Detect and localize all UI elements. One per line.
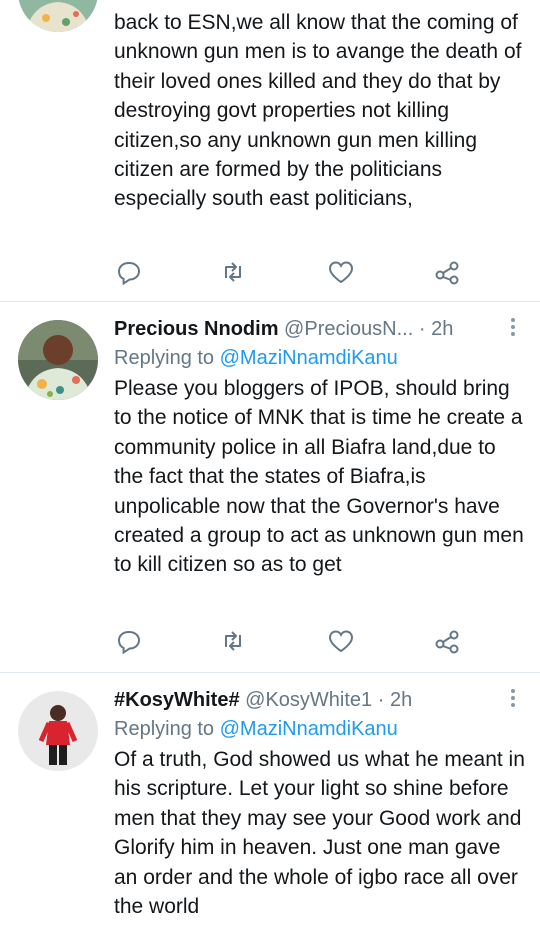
user-handle[interactable]: @PreciousN...: [284, 318, 413, 340]
more-icon[interactable]: [510, 687, 516, 709]
display-name[interactable]: Precious Nnodim: [114, 318, 278, 340]
like-icon[interactable]: [326, 257, 356, 287]
display-name[interactable]: #KosyWhite#: [114, 689, 240, 711]
user-handle[interactable]: @KosyWhite1: [245, 689, 372, 711]
more-icon[interactable]: [510, 316, 516, 338]
share-icon[interactable]: [432, 626, 462, 656]
timestamp[interactable]: 2h: [390, 689, 412, 711]
mention-link[interactable]: @MaziNnamdiKanu: [220, 718, 398, 740]
separator-dot: ·: [418, 318, 426, 340]
avatar[interactable]: [18, 0, 98, 32]
retweet-icon[interactable]: [218, 626, 248, 656]
separator-dot: ·: [377, 689, 385, 711]
mention-link[interactable]: @MaziNnamdiKanu: [220, 347, 398, 369]
tweet-text: back to ESN,we all know that the coming …: [114, 11, 522, 211]
like-icon[interactable]: [326, 626, 356, 656]
replying-to-label: Replying to: [114, 718, 215, 740]
avatar[interactable]: [18, 320, 98, 400]
tweet-actions: [114, 626, 474, 656]
tweet-text: Please you bloggers of IPOB, should brin…: [114, 377, 524, 577]
tweet-header: Precious Nnodim @PreciousN... · 2h: [114, 316, 526, 342]
share-icon[interactable]: [432, 257, 462, 287]
tweet-divider: [0, 672, 540, 673]
avatar[interactable]: [18, 691, 98, 771]
reply-icon[interactable]: [114, 257, 144, 287]
tweet-text: Of a truth, God showed us what he meant …: [114, 748, 525, 919]
tweet-header: #KosyWhite# @KosyWhite1 · 2h: [114, 687, 526, 713]
replying-to-line: Replying to @MaziNnamdiKanu: [114, 344, 526, 372]
tweet-actions: [114, 257, 474, 287]
replying-to-line: Replying to @MaziNnamdiKanu: [114, 715, 526, 743]
replying-to-label: Replying to: [114, 347, 215, 369]
tweet-divider: [0, 301, 540, 302]
timestamp[interactable]: 2h: [431, 318, 453, 340]
retweet-icon[interactable]: [218, 257, 248, 287]
reply-icon[interactable]: [114, 626, 144, 656]
